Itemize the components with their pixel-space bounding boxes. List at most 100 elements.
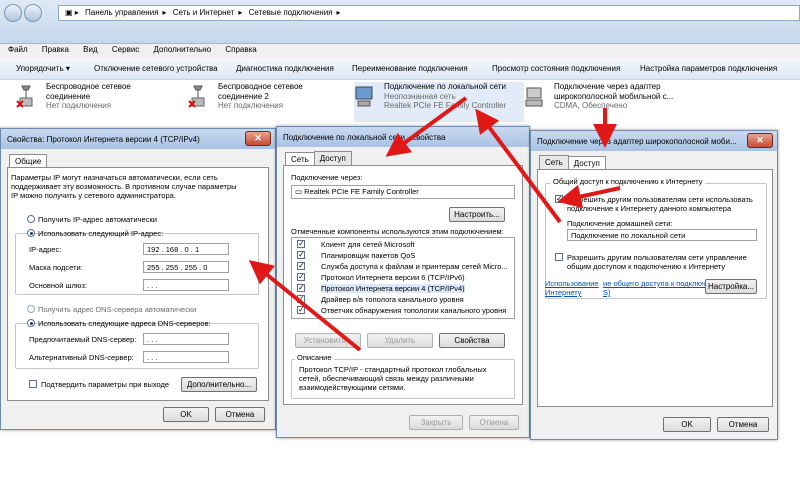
view-status-button[interactable]: Просмотр состояния подключения — [492, 64, 620, 73]
gateway-field[interactable]: . . . — [143, 279, 229, 291]
component-checkbox[interactable]: ✓ — [297, 251, 305, 259]
breadcrumb-item[interactable]: Сеть и Интернет — [173, 8, 235, 17]
connection-name: Подключение через адаптер — [554, 82, 661, 91]
breadcrumb-item[interactable]: Сетевые подключения — [249, 8, 333, 17]
back-button[interactable] — [4, 4, 22, 22]
wireless-network-icon — [16, 84, 38, 108]
components-label: Отмеченные компоненты используются этим … — [291, 227, 504, 236]
description-text: Параметры IP могут назначаться автоматич… — [11, 173, 218, 182]
cancel-button[interactable]: Отмена — [215, 407, 265, 422]
connection-wireless-2[interactable]: Беспроводное сетевое соединение 2 Нет подк… — [188, 82, 358, 122]
allow-sharing-label: подключение к Интернету данного компьюте… — [567, 204, 732, 213]
ics-help-link[interactable]: S) — [603, 288, 611, 297]
menu-view[interactable]: Вид — [83, 45, 97, 54]
ok-button[interactable]: OK — [163, 407, 209, 422]
ics-help-link[interactable]: Интернету — [545, 288, 582, 297]
tab-general[interactable]: Общие — [9, 154, 48, 168]
component-item[interactable]: Планировщик пакетов QoS — [321, 251, 415, 260]
component-item[interactable]: Клиент для сетей Microsoft — [321, 240, 415, 249]
cancel-button[interactable]: Отмена — [469, 415, 519, 430]
component-checkbox[interactable]: ✓ — [297, 295, 305, 303]
command-bar: Упорядочить ▾ Отключение сетевого устрой… — [0, 58, 800, 80]
connection-name: Беспроводное сетевое — [46, 82, 131, 91]
manual-ip-radio[interactable] — [27, 229, 35, 237]
confirm-on-exit-checkbox[interactable] — [29, 380, 37, 388]
connection-wireless-1[interactable]: Беспроводное сетевое соединение Нет подклю… — [16, 82, 186, 122]
description-text: поддерживает эту возможность. В противно… — [11, 182, 237, 191]
menu-edit[interactable]: Правка — [42, 45, 69, 54]
alternate-dns-field[interactable]: . . . — [143, 351, 229, 363]
auto-ip-radio[interactable] — [27, 215, 35, 223]
install-button[interactable]: Установить... — [295, 333, 361, 348]
component-checkbox[interactable]: ✓ — [297, 284, 305, 292]
component-item[interactable]: Протокол Интернета версии 6 (TCP/IPv6) — [321, 273, 465, 282]
connection-lan[interactable]: Подключение по локальной сети Неопознанна… — [354, 82, 524, 122]
ip-address-field[interactable]: 192 . 168 . 0 . 1 — [143, 243, 229, 255]
allow-sharing-label: Разрешить другим пользователям сети испо… — [567, 195, 753, 204]
broadband-properties-dialog: Подключение через адаптер широкополосной… — [530, 130, 778, 440]
connection-adapter: Realtek PCIe FE Family Controller — [384, 101, 507, 110]
allow-control-label: общим доступом к подключению к Интернету — [567, 262, 726, 271]
allow-sharing-checkbox[interactable]: ✓ — [555, 195, 563, 203]
confirm-on-exit-label: Подтвердить параметры при выходе — [41, 380, 170, 389]
uninstall-button[interactable]: Удалить — [367, 333, 433, 348]
tab-sharing[interactable]: Доступ — [567, 156, 606, 170]
description-text: IP можно получить у сетевого администрат… — [11, 191, 176, 200]
tab-sharing[interactable]: Доступ — [313, 151, 352, 165]
component-checkbox[interactable]: ✓ — [297, 306, 305, 314]
close-icon[interactable]: ✕ — [245, 131, 271, 146]
ok-button[interactable]: OK — [663, 417, 711, 432]
diagnose-button[interactable]: Диагностика подключения — [236, 64, 334, 73]
close-icon[interactable]: ✕ — [747, 133, 773, 148]
disable-device-button[interactable]: Отключение сетевого устройства — [94, 64, 218, 73]
auto-dns-radio[interactable] — [27, 305, 35, 313]
allow-control-checkbox[interactable] — [555, 253, 563, 261]
cancel-button[interactable]: Отмена — [717, 417, 769, 432]
preferred-dns-field[interactable]: . . . — [143, 333, 229, 345]
ics-help-link[interactable]: Использование — [545, 279, 599, 288]
auto-dns-label: Получить адрес DNS-сервера автоматически — [38, 305, 197, 314]
connection-mobile-broadband[interactable]: Подключение через адаптер широкополосной … — [524, 82, 694, 122]
connection-name: Подключение по локальной сети — [384, 82, 506, 91]
description-text: Протокол TCP/IP - стандартный протокол г… — [299, 365, 487, 374]
manual-dns-radio[interactable] — [27, 319, 35, 327]
address-bar-area: ▣ ▸ Панель управления ▸ Сеть и Интернет ▸ … — [0, 0, 800, 44]
manual-dns-label: Использовать следующие адреса DNS-сервер… — [38, 319, 211, 328]
tab-network[interactable]: Сеть — [539, 155, 569, 169]
close-button[interactable]: Закрыть — [409, 415, 463, 430]
settings-button[interactable]: Настройка... — [705, 279, 757, 294]
breadcrumb-item[interactable]: Панель управления — [85, 8, 159, 17]
dialog-title: Свойства: Протокол Интернета версии 4 (T… — [7, 135, 200, 144]
organize-button[interactable]: Упорядочить ▾ — [16, 64, 70, 73]
alternate-dns-label: Альтернативный DNS-сервер: — [29, 353, 134, 362]
menu-advanced[interactable]: Дополнительно — [154, 45, 212, 54]
component-item-selected[interactable]: Протокол Интернета версии 4 (TCP/IPv4) — [321, 284, 465, 293]
component-checkbox[interactable]: ✓ — [297, 273, 305, 281]
breadcrumb[interactable]: ▣ ▸ Панель управления ▸ Сеть и Интернет ▸ … — [58, 5, 800, 21]
rename-button[interactable]: Переименование подключения — [352, 64, 468, 73]
manual-ip-label: Использовать следующий IP-адрес: — [38, 229, 164, 238]
advanced-button[interactable]: Дополнительно... — [181, 377, 257, 392]
ics-group-label: Общий доступ к подключению к Интернету — [551, 177, 705, 186]
forward-button[interactable] — [24, 4, 42, 22]
component-item[interactable]: Служба доступа к файлам и принтерам сете… — [321, 262, 508, 271]
menu-bar: Файл Правка Вид Сервис Дополнительно Спр… — [0, 44, 800, 58]
configure-button[interactable]: Настроить... — [449, 207, 505, 222]
lan-computer-icon — [354, 84, 376, 107]
connection-status: Нет подключения — [218, 101, 284, 110]
component-item[interactable]: Ответчик обнаружения топологии канальног… — [321, 306, 506, 315]
connection-name: соединение — [46, 91, 91, 101]
component-checkbox[interactable]: ✓ — [297, 262, 305, 270]
properties-button[interactable]: Свойства — [439, 333, 505, 348]
home-network-select[interactable]: Подключение по локальной сети — [567, 229, 757, 241]
connection-name: соединение 2 — [218, 91, 269, 101]
component-checkbox[interactable]: ✓ — [297, 240, 305, 248]
menu-file[interactable]: Файл — [8, 45, 28, 54]
tab-network[interactable]: Сеть — [285, 152, 315, 166]
change-settings-button[interactable]: Настройка параметров подключения — [640, 64, 777, 73]
subnet-mask-field[interactable]: 255 . 255 . 255 . 0 — [143, 261, 229, 273]
component-item[interactable]: Драйвер в/в тополога канального уровня — [321, 295, 464, 304]
menu-help[interactable]: Справка — [225, 45, 256, 54]
menu-tools[interactable]: Сервис — [112, 45, 139, 54]
description-text: сетей, обеспечивающий связь между различ… — [299, 374, 474, 383]
